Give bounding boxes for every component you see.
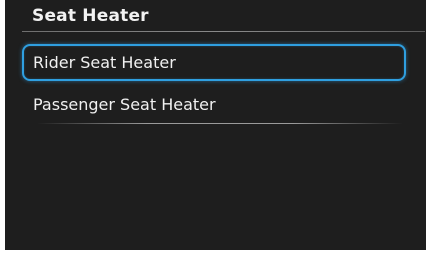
title-divider [22,31,425,32]
menu-item-label: Rider Seat Heater [33,53,176,72]
menu-item-passenger-seat-heater[interactable]: Passenger Seat Heater [22,86,406,123]
menu-item-label: Passenger Seat Heater [33,95,216,114]
menu-item-divider [37,123,403,124]
seat-heater-screen: Seat Heater Rider Seat Heater Passenger … [5,0,426,250]
menu-item-rider-seat-heater[interactable]: Rider Seat Heater [22,44,406,81]
page-title: Seat Heater [32,6,149,26]
